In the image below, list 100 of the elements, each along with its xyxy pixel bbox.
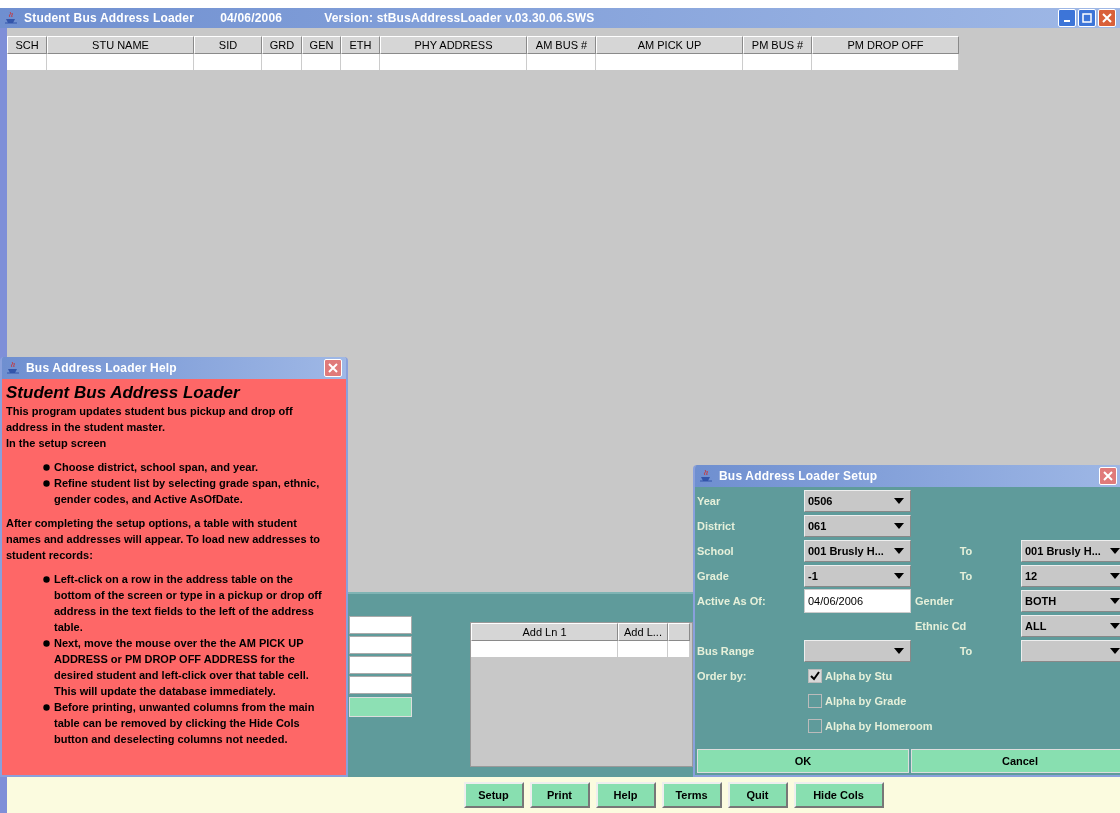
checkbox-label: Alpha by Stu	[825, 670, 893, 682]
caret-icon	[894, 523, 904, 529]
bullet-icon	[43, 480, 50, 487]
caret-icon	[1110, 548, 1120, 554]
table-cell	[743, 54, 812, 70]
checkbox-label: Alpha by Homeroom	[825, 720, 933, 732]
column-header[interactable]: GRD	[262, 36, 302, 54]
column-header[interactable]: SCH	[7, 36, 47, 54]
field-label: Order by:	[697, 670, 748, 682]
help-text: In the setup screen	[6, 436, 108, 451]
bullet-text: Next, move the mouse over the the AM PICK UP ADDRESS or PM DROP OFF ADDRESS for the desired student and left-click over that table cell. This will update the database immediately.	[54, 636, 310, 699]
toolbar-button[interactable]: Hide Cols	[793, 782, 884, 808]
dropdown[interactable]: 001 Brusly H...	[1021, 540, 1120, 562]
column-header[interactable]: Add L...	[618, 623, 668, 641]
window-title: Student Bus Address Loader	[24, 11, 195, 25]
caret-icon	[1110, 623, 1120, 629]
help-heading: Student Bus Address Loader	[6, 383, 242, 403]
checkbox[interactable]	[808, 719, 822, 733]
field-label: To	[959, 570, 973, 582]
input-field[interactable]	[349, 656, 412, 674]
column-header[interactable]: AM PICK UP	[596, 36, 743, 54]
table-cell	[302, 54, 341, 70]
cup-icon	[6, 361, 20, 375]
help-text: After completing the setup options, a table with student names and addresses will appear. To load new addresses to student records:	[6, 516, 322, 563]
dialog-button[interactable]: OK	[697, 749, 910, 773]
column-header[interactable]: PM BUS #	[743, 36, 812, 54]
table-cell	[668, 641, 690, 657]
column-header[interactable]	[668, 623, 690, 641]
dropdown[interactable]: 001 Brusly H...	[804, 540, 911, 562]
close-button[interactable]	[324, 359, 342, 377]
maximize-button[interactable]	[1078, 9, 1096, 27]
caret-icon	[894, 498, 904, 504]
bullet-text: Left-click on a row in the address table on the bottom of the screen or type in a pickup or drop off address in the text fields to the left of the address table.	[54, 572, 323, 635]
field-label: To	[959, 645, 973, 657]
checkbox[interactable]	[808, 669, 822, 683]
caret-icon	[894, 548, 904, 554]
bullet-icon	[43, 576, 50, 583]
field-label: To	[959, 545, 973, 557]
minimize-button[interactable]	[1058, 9, 1076, 27]
close-icon	[1103, 471, 1113, 481]
column-header[interactable]: Add Ln 1	[471, 623, 618, 641]
close-button[interactable]	[1099, 467, 1117, 485]
checkbox[interactable]	[808, 694, 822, 708]
close-icon	[328, 363, 338, 373]
column-header[interactable]: ETH	[341, 36, 380, 54]
table-cell	[7, 54, 47, 70]
field-label: Bus Range	[697, 645, 756, 657]
dropdown[interactable]: 0506	[804, 490, 911, 512]
bullet-text: Before printing, unwanted columns from the main table can be removed by clicking the Hide Cols button and deselecting columns not needed.	[54, 700, 316, 747]
input-field[interactable]	[349, 616, 412, 634]
toolbar-button[interactable]: Quit	[727, 782, 788, 808]
bullet-text: Refine student list by selecting grade span, ethnic, gender codes, and Active AsOfDate.	[54, 476, 321, 507]
close-button[interactable]	[1098, 9, 1116, 27]
help-text: This program updates student bus pickup and drop off address in the student master.	[6, 404, 294, 435]
field-label: Active As Of:	[697, 595, 767, 607]
maximize-icon	[1082, 13, 1092, 23]
caret-icon	[894, 573, 904, 579]
field-label: District	[697, 520, 736, 532]
version-text: Version: stBusAddressLoader v.03.30.06.SWS	[324, 11, 595, 25]
dialog-button[interactable]: Cancel	[911, 749, 1120, 773]
bullet-icon	[43, 704, 50, 711]
field-label: Year	[697, 495, 722, 507]
table-cell	[618, 641, 668, 657]
field-label: Grade	[697, 570, 730, 582]
field-label: School	[697, 545, 735, 557]
column-header[interactable]: GEN	[302, 36, 341, 54]
dropdown[interactable]	[1021, 640, 1120, 662]
cup-icon	[4, 11, 18, 25]
caret-icon	[894, 648, 904, 654]
column-header[interactable]: SID	[194, 36, 262, 54]
cup-icon	[699, 469, 713, 483]
dropdown[interactable]	[804, 640, 911, 662]
column-header[interactable]: PHY ADDRESS	[380, 36, 527, 54]
dropdown[interactable]: -1	[804, 565, 911, 587]
dropdown[interactable]: ALL	[1021, 615, 1120, 637]
column-header[interactable]: STU NAME	[47, 36, 194, 54]
caret-icon	[1110, 598, 1120, 604]
toolbar-button[interactable]: Print	[529, 782, 590, 808]
caret-icon	[1110, 573, 1120, 579]
input-field[interactable]	[349, 636, 412, 654]
toolbar-button[interactable]: Help	[595, 782, 656, 808]
table-cell	[262, 54, 302, 70]
table-cell	[527, 54, 596, 70]
dropdown[interactable]: 061	[804, 515, 911, 537]
field-label: Gender	[914, 595, 955, 607]
table-cell	[341, 54, 380, 70]
column-header[interactable]: PM DROP OFF	[812, 36, 959, 54]
dropdown[interactable]: BOTH	[1021, 590, 1120, 612]
column-header[interactable]: AM BUS #	[527, 36, 596, 54]
dropdown[interactable]: 12	[1021, 565, 1120, 587]
date-field[interactable]: 04/06/2006	[804, 589, 911, 613]
field-label: Ethnic Cd	[914, 620, 968, 632]
window-date: 04/06/2006	[220, 11, 283, 25]
input-field[interactable]	[349, 676, 412, 694]
table-cell	[194, 54, 262, 70]
toolbar-button[interactable]: Setup	[463, 782, 524, 808]
toolbar-button[interactable]: Terms	[661, 782, 722, 808]
checkbox-label: Alpha by Grade	[825, 695, 907, 707]
close-icon	[1102, 13, 1112, 23]
caret-icon	[1110, 648, 1120, 654]
